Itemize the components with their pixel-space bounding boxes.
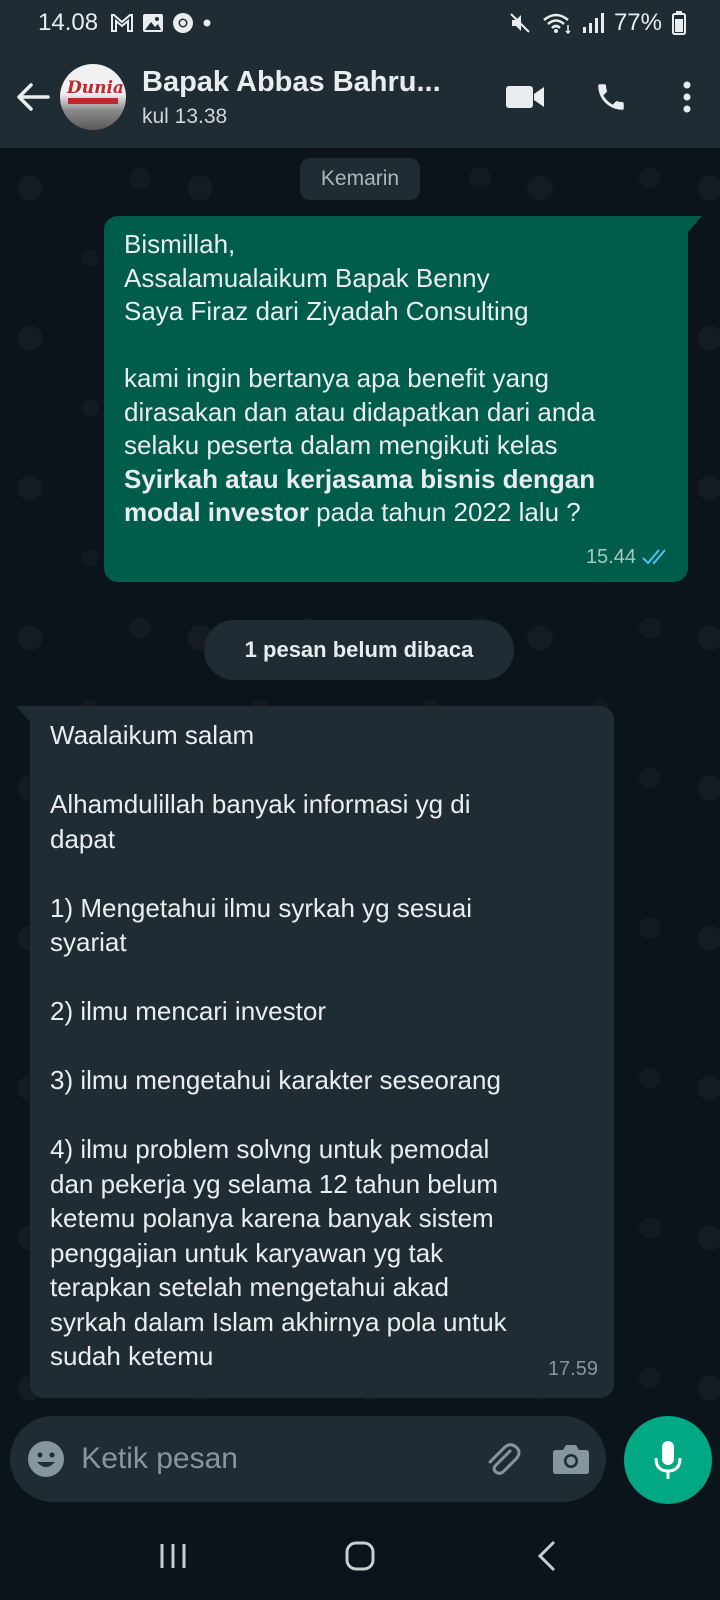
wifi-icon	[542, 12, 572, 34]
chat-header: Dunia Bapak Abbas Bahru... kul 13.38	[0, 46, 720, 148]
message-time: 17.59	[547, 1357, 598, 1380]
battery-icon	[672, 11, 686, 35]
message-line-mixed: modal investor pada tahun 2022 lalu ?	[124, 497, 581, 527]
mute-icon	[508, 11, 532, 35]
home-button[interactable]	[310, 1521, 410, 1591]
message-meta: 15.44	[586, 541, 672, 575]
home-icon	[345, 1541, 375, 1571]
video-call-button[interactable]	[482, 62, 568, 132]
date-divider: Kemarin	[300, 158, 420, 200]
double-check-icon	[642, 549, 666, 565]
message-line: Assalamualaikum Bapak Benny	[124, 262, 490, 293]
message-composer	[10, 1416, 606, 1502]
message-line: selaku peserta dalam mengikuti kelas	[124, 430, 558, 460]
video-camera-icon	[506, 86, 544, 108]
system-nav-bar	[0, 1512, 720, 1600]
microphone-icon	[654, 1441, 682, 1479]
gmail-icon	[110, 13, 134, 33]
chevron-left-icon	[537, 1540, 555, 1572]
recent-apps-icon	[160, 1544, 186, 1568]
message-line: 2) ilmu mencari investor	[50, 996, 326, 1026]
message-line: syrkah dalam Islam akhirnya pola untuk	[50, 1306, 507, 1337]
camera-icon	[553, 1445, 590, 1474]
status-bar: 14.08 77%	[0, 0, 720, 46]
phone-icon	[598, 84, 624, 110]
back-nav-button[interactable]	[497, 1521, 597, 1591]
message-line: Saya Firaz dari Ziyadah Consulting	[124, 296, 529, 326]
more-vertical-icon	[683, 81, 691, 113]
attach-button[interactable]	[467, 1416, 536, 1502]
message-line: penggajian untuk karyawan yg tak	[50, 1237, 444, 1268]
unread-divider: 1 pesan belum dibaca	[204, 620, 514, 680]
message-line: sudah ketemu	[50, 1341, 214, 1371]
recent-apps-button[interactable]	[123, 1521, 223, 1591]
emoji-icon	[27, 1441, 64, 1477]
message-time: 15.44	[585, 545, 636, 568]
voice-call-button[interactable]	[568, 62, 654, 132]
paperclip-icon	[488, 1443, 521, 1475]
message-line: Bismillah,	[124, 229, 236, 259]
status-time: 14.08	[38, 9, 99, 36]
battery-percent: 77%	[613, 9, 662, 36]
contact-info[interactable]: Bapak Abbas Bahru... kul 13.38	[142, 66, 482, 129]
gallery-icon	[142, 13, 164, 33]
message-line: 3) ilmu mengetahui karakter seseorang	[50, 1065, 501, 1095]
message-line: dapat	[50, 823, 116, 854]
message-line: 1) Mengetahui ilmu syrkah yg sesuai	[50, 892, 472, 923]
message-line-bold: Syirkah atau kerjasama bisnis dengan	[124, 463, 596, 494]
message-line: Alhamdulillah banyak informasi yg di	[50, 789, 471, 819]
message-input[interactable]	[81, 1429, 468, 1489]
avatar-logo: Dunia	[67, 78, 124, 98]
message-line: kami ingin bertanya apa benefit yang	[124, 363, 549, 393]
arrow-left-icon	[17, 83, 50, 111]
message-line: syariat	[50, 927, 127, 957]
message-line: dirasakan dan atau didapatkan dari anda	[124, 396, 596, 427]
voice-message-button[interactable]	[624, 1416, 712, 1504]
avatar[interactable]: Dunia	[60, 64, 126, 130]
emoji-button[interactable]	[10, 1416, 81, 1502]
contact-name: Bapak Abbas Bahru...	[142, 65, 441, 98]
chrome-icon	[172, 12, 194, 34]
camera-button[interactable]	[537, 1416, 606, 1502]
outgoing-message[interactable]: Bismillah, Assalamualaikum Bapak Benny S…	[104, 216, 702, 582]
message-line: 4) ilmu problem solvng untuk pemodal	[50, 1134, 490, 1164]
chat-area[interactable]: Kemarin Bismillah, Assalamualaikum Bapak…	[0, 148, 720, 1408]
message-line: dan pekerja yg selama 12 tahun belum	[50, 1168, 499, 1199]
message-line: Waalaikum salam	[50, 720, 255, 750]
incoming-message[interactable]: Waalaikum salam Alhamdulillah banyak info…	[16, 706, 614, 1398]
last-seen: kul 13.38	[142, 104, 228, 128]
back-button[interactable]	[8, 67, 58, 127]
message-line: terapkan setelah mengetahui akad	[50, 1272, 449, 1302]
dot-icon	[202, 18, 212, 28]
more-options-button[interactable]	[654, 62, 720, 132]
message-line: ketemu polanya karena banyak sistem	[50, 1203, 494, 1233]
signal-icon	[582, 12, 604, 34]
